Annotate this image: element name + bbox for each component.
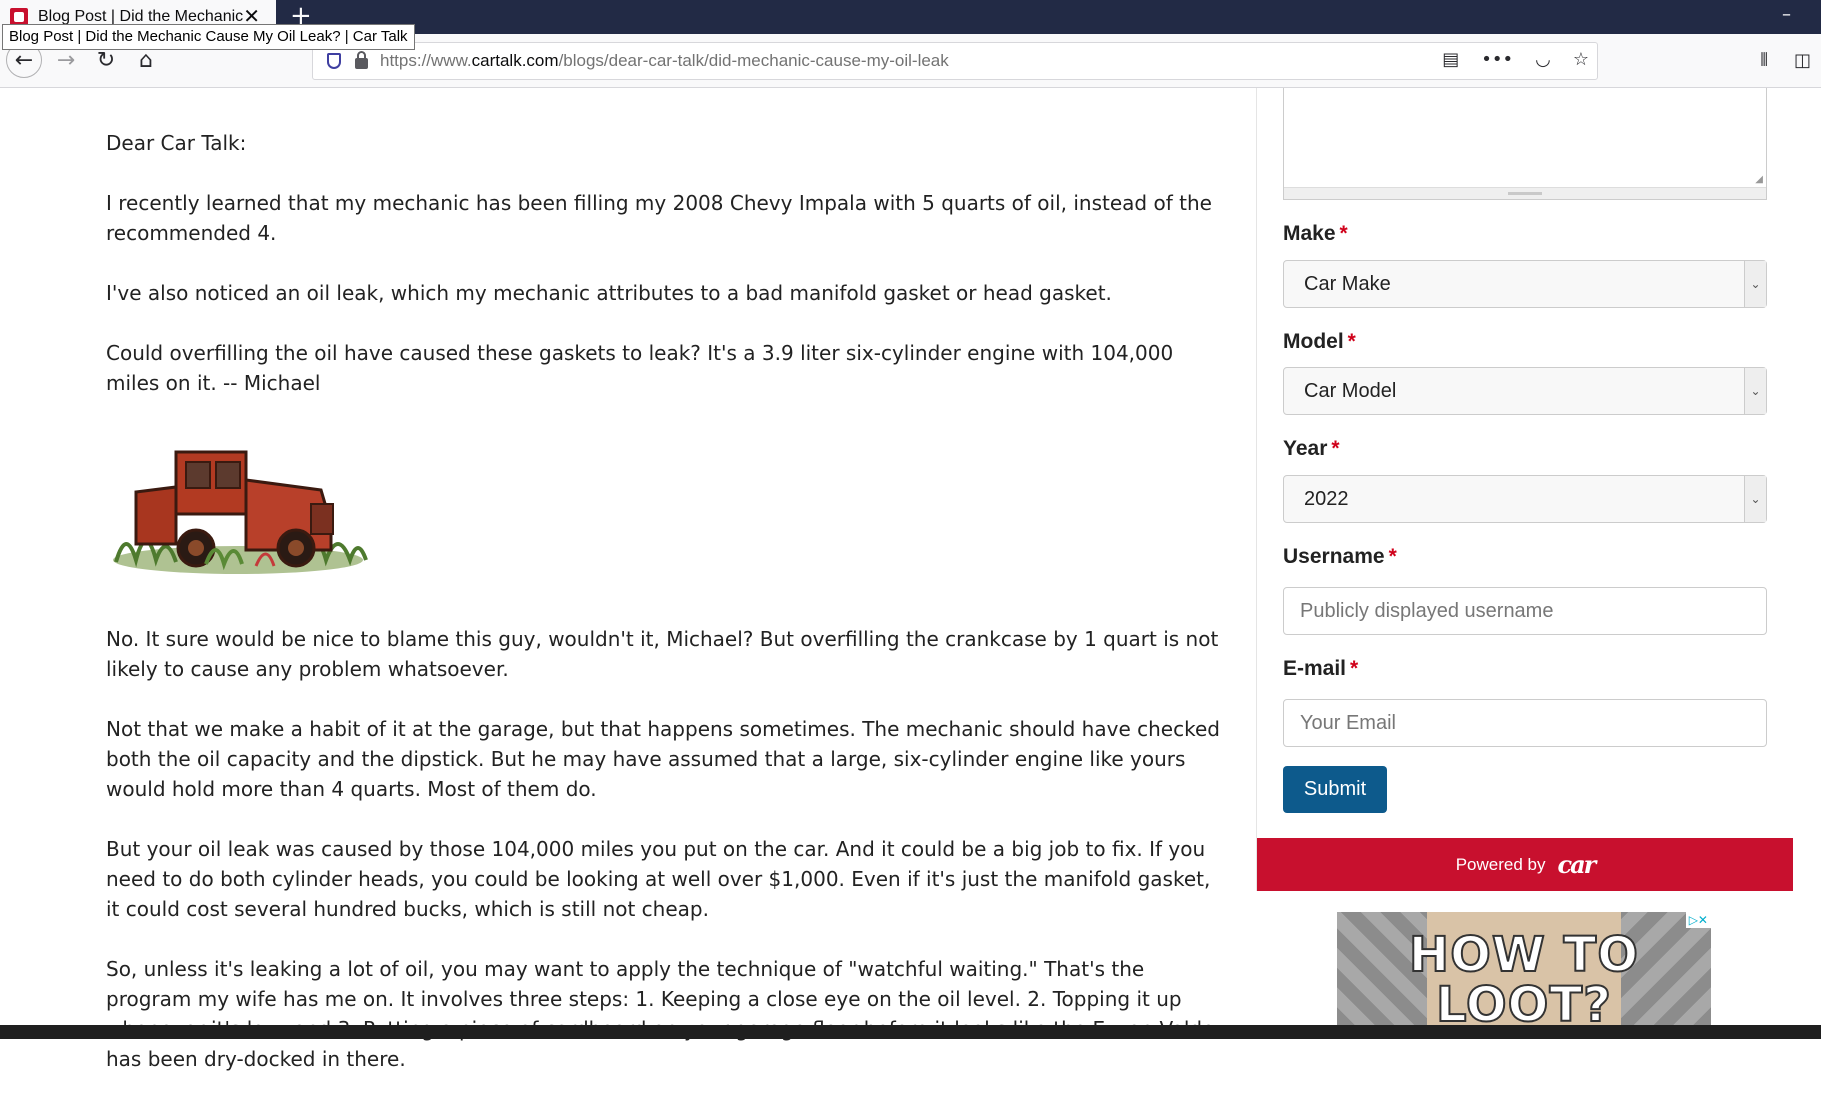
chevron-down-icon[interactable]: ⌄	[1744, 261, 1766, 307]
email-input[interactable]: Your Email	[1283, 699, 1767, 747]
tracking-shield-icon[interactable]	[327, 53, 341, 69]
model-label: Model *	[1283, 330, 1356, 353]
answer-paragraph: Not that we make a habit of it at the ga…	[106, 717, 1220, 801]
answer-paragraph: But your oil leak was caused by those 10…	[106, 837, 1211, 921]
reader-view-icon[interactable]: ▤	[1442, 49, 1459, 70]
close-tab-icon[interactable]: ✕	[243, 6, 260, 26]
question-textarea[interactable]: ◢	[1283, 88, 1767, 200]
minimize-window-icon[interactable]: –	[1782, 4, 1791, 25]
powered-by-bar[interactable]: Powered by car	[1257, 838, 1793, 891]
username-label: Username *	[1283, 545, 1397, 568]
powered-by-text: Powered by	[1455, 854, 1546, 874]
letter-paragraph: I've also noticed an oil leak, which my …	[106, 281, 1112, 305]
year-selected-value: 2022	[1304, 487, 1349, 510]
textarea-scrollbar[interactable]	[1284, 187, 1766, 199]
sidebar-toggle-icon[interactable]: ◫	[1794, 50, 1811, 71]
url-text[interactable]: https://www.cartalk.com/blogs/dear-car-t…	[380, 51, 949, 71]
tab-tooltip: Blog Post | Did the Mechanic Cause My Oi…	[2, 24, 415, 50]
advertisement[interactable]: HOW TO LOOT? ▷✕	[1337, 912, 1711, 1027]
os-taskbar	[0, 1025, 1821, 1039]
more-actions-icon[interactable]: •••	[1481, 49, 1513, 70]
resize-grip-icon[interactable]: ◢	[1755, 174, 1763, 185]
letter-paragraph: Could overfilling the oil have caused th…	[106, 341, 1174, 395]
ad-headline: HOW TO LOOT?	[1408, 927, 1640, 1027]
chevron-down-icon[interactable]: ⌄	[1744, 476, 1766, 522]
chevron-down-icon[interactable]: ⌄	[1744, 368, 1766, 414]
year-label: Year *	[1283, 437, 1340, 460]
username-placeholder: Publicly displayed username	[1300, 599, 1554, 622]
model-select[interactable]: Car Model ⌄	[1283, 367, 1767, 415]
article-body: Dear Car Talk: I recently learned that m…	[106, 128, 1226, 1104]
make-select[interactable]: Car Make ⌄	[1283, 260, 1767, 308]
library-icon[interactable]: ⫴	[1760, 50, 1768, 71]
pocket-icon[interactable]: ◡	[1535, 49, 1551, 70]
submit-button[interactable]: Submit	[1283, 766, 1387, 813]
rusty-truck-illustration	[113, 450, 368, 574]
cartalk-logo: car	[1557, 850, 1596, 879]
username-input[interactable]: Publicly displayed username	[1283, 587, 1767, 635]
make-label: Make *	[1283, 222, 1348, 245]
lock-icon[interactable]	[355, 51, 368, 69]
letter-greeting: Dear Car Talk:	[106, 131, 247, 155]
year-select[interactable]: 2022 ⌄	[1283, 475, 1767, 523]
email-placeholder: Your Email	[1300, 711, 1396, 734]
email-label: E-mail *	[1283, 657, 1359, 680]
bookmark-star-icon[interactable]: ☆	[1573, 49, 1589, 70]
letter-paragraph: I recently learned that my mechanic has …	[106, 191, 1212, 245]
ad-choices-close-icon[interactable]: ▷✕	[1685, 912, 1711, 928]
answer-paragraph: So, unless it's leaking a lot of oil, yo…	[106, 957, 1225, 1071]
model-selected-value: Car Model	[1304, 379, 1397, 402]
answer-paragraph: No. It sure would be nice to blame this …	[106, 627, 1219, 681]
question-form-sidebar: ◢ Make * Car Make ⌄ Model * Car Model ⌄ Ye…	[1256, 88, 1793, 891]
address-bar[interactable]: https://www.cartalk.com/blogs/dear-car-t…	[312, 42, 1598, 80]
make-selected-value: Car Make	[1304, 272, 1391, 295]
